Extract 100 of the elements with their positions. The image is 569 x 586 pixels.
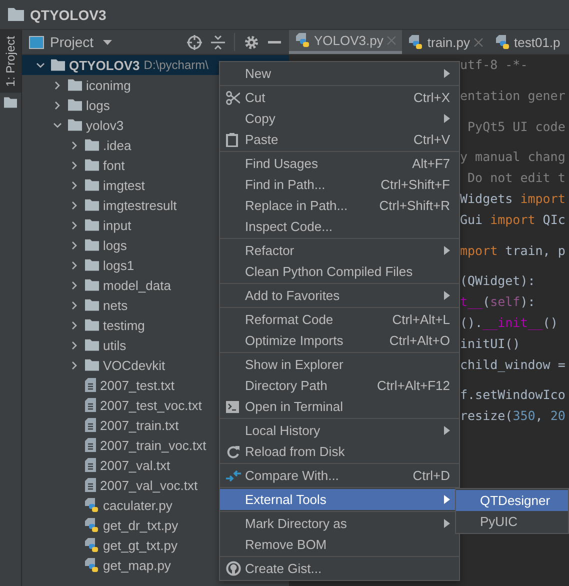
chevron-right-icon[interactable]	[70, 160, 79, 170]
tree-item-label: input	[103, 218, 132, 232]
tree-item-label: 2007_train.txt	[100, 418, 179, 432]
shortcut: Ctrl+Shift+R	[379, 198, 450, 213]
menu-item[interactable]: New	[220, 63, 459, 84]
chevron-down-icon[interactable]	[53, 120, 62, 130]
menu-item[interactable]: Refactor	[220, 240, 459, 261]
terminal-icon	[226, 400, 239, 412]
scissors-icon	[226, 90, 240, 104]
menu-item[interactable]: QTDesigner	[456, 490, 568, 511]
menu-item[interactable]: Mark Directory as	[220, 513, 459, 534]
code-line: Do not edit t	[466, 169, 566, 188]
chevron-right-icon[interactable]	[70, 260, 79, 270]
tree-item-label: 2007_test.txt	[100, 378, 174, 392]
menu-item[interactable]: Inspect Code...	[220, 216, 459, 237]
text-file-icon	[85, 378, 96, 392]
code-line: t__(self):	[460, 293, 536, 312]
tree-item-label: .idea	[103, 138, 132, 152]
chevron-right-icon[interactable]	[70, 200, 79, 210]
folder-icon	[85, 199, 99, 211]
tree-item-label: nets	[103, 298, 128, 312]
menu-item[interactable]: Add to Favorites	[220, 285, 459, 306]
tree-item-label: get_dr_txt.py	[103, 518, 178, 532]
code-line: resize(350, 20	[460, 407, 566, 426]
folder-icon	[85, 259, 99, 271]
tree-item-label: model_data	[103, 278, 171, 292]
crosshair-icon[interactable]	[187, 34, 202, 50]
editor-tab[interactable]: YOLOV3.py	[289, 30, 402, 54]
tree-item-label: QTYOLOV3	[69, 58, 140, 72]
chevron-right-icon[interactable]	[70, 240, 79, 250]
minimize-icon[interactable]	[268, 40, 281, 44]
shortcut: Ctrl+Shift+F	[380, 177, 450, 192]
tree-item-label: testimg	[103, 318, 145, 332]
folder-icon	[68, 79, 82, 91]
menu-item[interactable]: Reformat Code Ctrl+Alt+L	[220, 309, 459, 330]
python-file-icon	[409, 34, 424, 50]
chevron-right-icon[interactable]	[70, 300, 79, 310]
editor-tab[interactable]: test01.p	[489, 30, 566, 54]
folder-icon	[51, 59, 65, 71]
menu-item[interactable]: Optimize Imports Ctrl+Alt+O	[220, 330, 459, 351]
collapse-icon[interactable]	[211, 34, 225, 50]
chevron-right-icon[interactable]	[70, 140, 79, 150]
code-line: initUI()	[460, 334, 522, 353]
menu-item[interactable]: Clean Python Compiled Files	[220, 261, 459, 282]
code-line: Gui import QIc	[460, 210, 566, 229]
text-file-icon	[85, 478, 96, 492]
chevron-right-icon[interactable]	[53, 100, 62, 110]
code-line: utf-8 -*-	[460, 56, 529, 74]
chevron-right-icon[interactable]	[70, 180, 79, 190]
menu-item[interactable]: Find Usages Alt+F7	[220, 153, 459, 174]
folder-icon	[85, 359, 99, 371]
shortcut: Ctrl+Alt+L	[392, 312, 450, 327]
python-file-icon	[85, 498, 99, 512]
folder-icon	[85, 179, 99, 191]
code-line: mport train, p	[460, 242, 566, 260]
python-file-icon	[496, 34, 510, 50]
chevron-right-icon[interactable]	[53, 80, 62, 90]
shortcut: Ctrl+D	[412, 468, 450, 483]
panel-title[interactable]: Project	[50, 34, 94, 50]
menu-item[interactable]: Paste Ctrl+V	[220, 129, 459, 150]
menu-item[interactable]: Local History	[220, 420, 459, 441]
settings-icon[interactable]	[244, 34, 259, 50]
chevron-right-icon[interactable]	[70, 360, 79, 370]
tree-item-label: iconimg	[86, 78, 131, 92]
chevron-right-icon[interactable]	[70, 320, 79, 330]
folder-icon	[68, 119, 82, 131]
tree-item-label: imgtest	[103, 178, 145, 192]
python-file-icon	[85, 558, 99, 572]
menu-item[interactable]: Reload from Disk	[220, 441, 459, 462]
project-path: D:\pycharm\	[144, 58, 208, 72]
menu-item[interactable]: Remove BOM	[220, 534, 459, 555]
chevron-right-icon[interactable]	[70, 220, 79, 230]
project-tool-tab[interactable]: 1: Project	[0, 30, 21, 93]
chevron-down-icon[interactable]	[36, 60, 45, 70]
tree-item-label: caculater.py	[103, 498, 172, 512]
menu-item[interactable]: Directory Path Ctrl+Alt+F12	[220, 375, 459, 396]
menu-item[interactable]: Cut Ctrl+X	[220, 87, 459, 108]
folder-icon	[85, 139, 99, 151]
folder-icon	[68, 99, 82, 111]
menu-item[interactable]: Open in Terminal	[220, 396, 459, 417]
code-line: entation gener	[460, 86, 566, 105]
chevron-right-icon[interactable]	[70, 280, 79, 290]
dropdown-caret-icon[interactable]	[102, 40, 112, 44]
menu-item[interactable]: Find in Path... Ctrl+Shift+F	[220, 174, 459, 195]
tree-item-label: get_gt_txt.py	[103, 538, 178, 552]
code-line: f.setWindowIco	[460, 386, 566, 404]
menu-item[interactable]: Replace in Path... Ctrl+Shift+R	[220, 195, 459, 216]
folder-icon	[85, 339, 99, 351]
menu-item[interactable]: Create Gist...	[220, 558, 459, 579]
editor-tab[interactable]: train.py	[402, 30, 490, 54]
tree-item-label: logs1	[103, 258, 134, 272]
menu-item[interactable]: Show in Explorer	[220, 354, 459, 375]
folder-icon[interactable]	[4, 96, 17, 108]
menu-item[interactable]: Compare With... Ctrl+D	[220, 465, 459, 486]
shortcut: Alt+F7	[412, 156, 450, 171]
menu-item[interactable]: Copy	[220, 108, 459, 129]
text-file-icon	[85, 438, 96, 452]
chevron-right-icon[interactable]	[70, 340, 79, 350]
tree-item-label: yolov3	[86, 118, 124, 132]
menu-item[interactable]: PyUIC	[456, 511, 568, 532]
